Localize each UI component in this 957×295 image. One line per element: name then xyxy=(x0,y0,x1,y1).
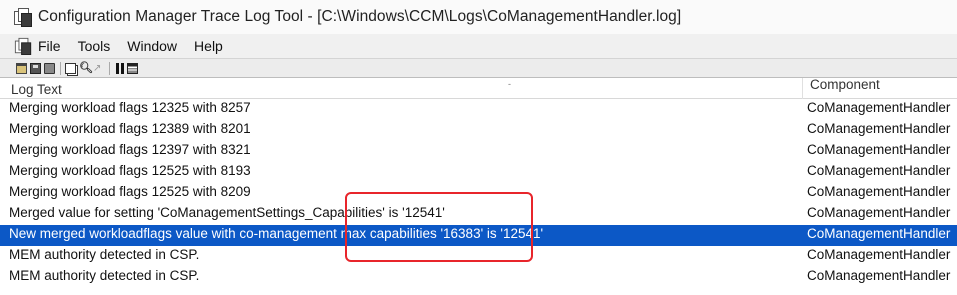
column-divider[interactable] xyxy=(802,78,803,99)
log-row-component: CoManagementHandler xyxy=(807,100,951,115)
log-row[interactable]: Merging workload flags 12397 with 8321 C… xyxy=(0,141,957,162)
menu-window[interactable]: Window xyxy=(127,38,177,54)
column-header: Log Text - Component xyxy=(0,78,957,99)
log-row-text: MEM authority detected in CSP. xyxy=(9,268,200,283)
log-row-component: CoManagementHandler xyxy=(807,184,951,199)
log-row[interactable]: Merging workload flags 12389 with 8201 C… xyxy=(0,120,957,141)
save-icon[interactable] xyxy=(30,62,41,74)
log-row-component: CoManagementHandler xyxy=(807,205,951,220)
column-header-log-text[interactable]: Log Text xyxy=(11,82,62,97)
toolbar: 🔍︎ ↗ xyxy=(0,58,957,78)
menu-bar: File Tools Window Help xyxy=(0,34,957,58)
log-row-text: New merged workloadflags value with co-m… xyxy=(9,226,544,241)
menu-file[interactable]: File xyxy=(38,38,61,54)
cmtrace-app-icon xyxy=(14,7,32,27)
find-icon[interactable]: 🔍︎ xyxy=(79,62,93,74)
column-header-component[interactable]: Component xyxy=(810,78,880,92)
log-row-component: CoManagementHandler xyxy=(807,121,951,136)
log-row-component: CoManagementHandler xyxy=(807,268,951,283)
log-row-component: CoManagementHandler xyxy=(807,163,951,178)
log-list[interactable]: Log Text - Component Merging workload fl… xyxy=(0,78,957,295)
log-row-text: Merging workload flags 12389 with 8201 xyxy=(9,121,251,136)
open-icon[interactable] xyxy=(16,62,27,74)
log-row[interactable]: Merged value for setting 'CoManagementSe… xyxy=(0,204,957,225)
title-bar: Configuration Manager Trace Log Tool - [… xyxy=(0,0,957,34)
log-row-text: Merging workload flags 12325 with 8257 xyxy=(9,100,251,115)
log-row[interactable]: MEM authority detected in CSP. CoManagem… xyxy=(0,267,957,288)
document-icon[interactable] xyxy=(14,37,32,55)
sort-indicator-icon: - xyxy=(508,79,511,89)
log-row-component: CoManagementHandler xyxy=(807,226,951,241)
log-rows: Merging workload flags 12325 with 8257 C… xyxy=(0,99,957,288)
log-row-component: CoManagementHandler xyxy=(807,247,951,262)
log-row-text: Merging workload flags 12525 with 8193 xyxy=(9,163,251,178)
log-row-text: Merging workload flags 12525 with 8209 xyxy=(9,184,251,199)
log-row[interactable]: Merging workload flags 12525 with 8193 C… xyxy=(0,162,957,183)
error-lookup-icon[interactable]: ↗ xyxy=(93,63,104,74)
log-row-text: Merged value for setting 'CoManagementSe… xyxy=(9,205,445,220)
menu-tools[interactable]: Tools xyxy=(78,38,111,54)
log-row-selected[interactable]: New merged workloadflags value with co-m… xyxy=(0,225,957,246)
log-row[interactable]: MEM authority detected in CSP. CoManagem… xyxy=(0,246,957,267)
copy-icon[interactable] xyxy=(65,62,76,74)
log-row-text: Merging workload flags 12397 with 8321 xyxy=(9,142,251,157)
log-row[interactable]: Merging workload flags 12325 with 8257 C… xyxy=(0,99,957,120)
print-icon[interactable] xyxy=(44,62,55,74)
pause-icon[interactable] xyxy=(116,62,124,74)
menu-help[interactable]: Help xyxy=(194,38,223,54)
columns-icon[interactable] xyxy=(127,62,138,74)
toolbar-separator xyxy=(60,61,61,75)
log-row-component: CoManagementHandler xyxy=(807,142,951,157)
log-row-text: MEM authority detected in CSP. xyxy=(9,247,200,262)
log-row[interactable]: Merging workload flags 12525 with 8209 C… xyxy=(0,183,957,204)
window-title: Configuration Manager Trace Log Tool - [… xyxy=(38,8,682,25)
toolbar-separator xyxy=(109,61,110,75)
